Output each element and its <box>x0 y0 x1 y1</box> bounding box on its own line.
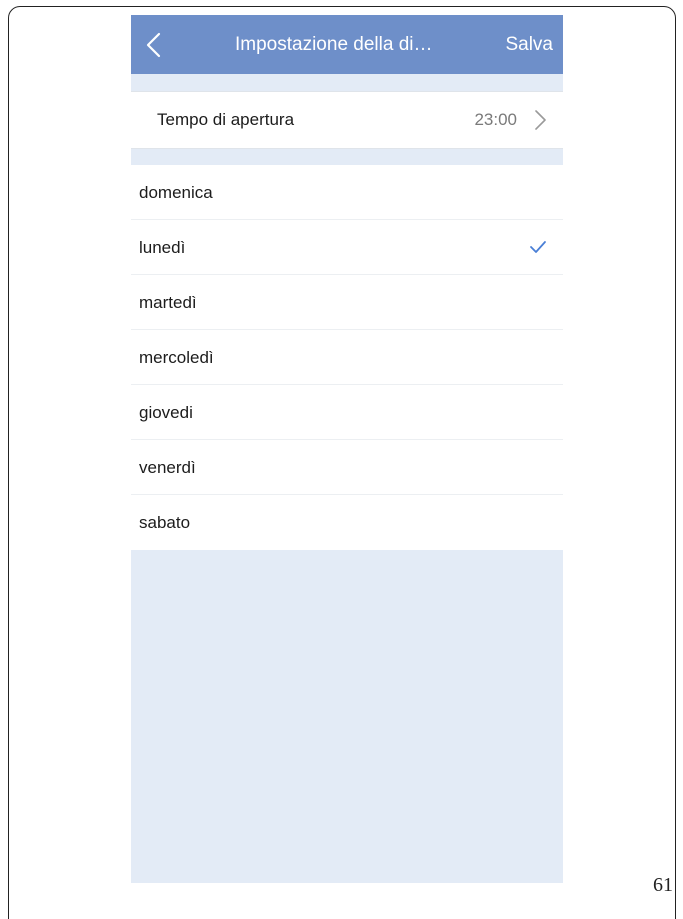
weekday-label: mercoledì <box>139 348 214 367</box>
save-button[interactable]: Salva <box>505 15 553 74</box>
checkmark-icon <box>530 241 546 253</box>
header-bar: Impostazione della di… Salva <box>131 15 563 74</box>
weekday-label: martedì <box>139 293 197 312</box>
weekday-row[interactable]: giovedi <box>131 385 563 440</box>
opening-time-row[interactable]: Tempo di apertura 23:00 <box>131 91 563 149</box>
chevron-left-icon[interactable] <box>143 31 167 59</box>
opening-time-label: Tempo di apertura <box>157 110 295 129</box>
opening-time-value: 23:00 <box>474 110 517 129</box>
weekday-label: giovedi <box>139 403 193 422</box>
weekday-label: lunedì <box>139 238 186 257</box>
chevron-right-icon <box>535 110 546 130</box>
weekday-row[interactable]: lunedì <box>131 220 563 275</box>
weekday-label: sabato <box>139 513 191 532</box>
weekday-row[interactable]: venerdì <box>131 440 563 495</box>
weekday-label: venerdì <box>139 458 196 477</box>
weekday-label: domenica <box>139 183 213 202</box>
weekday-row[interactable]: sabato <box>131 495 563 550</box>
weekday-row[interactable]: martedì <box>131 275 563 330</box>
weekday-row[interactable]: mercoledì <box>131 330 563 385</box>
manual-page: Impostazione della di… Salva Tempo di ap… <box>0 0 683 919</box>
weekday-row[interactable]: domenica <box>131 165 563 220</box>
phone-screen: Impostazione della di… Salva Tempo di ap… <box>131 15 563 883</box>
page-title: Impostazione della di… <box>235 34 433 55</box>
page-number: 61 <box>653 874 673 896</box>
weekday-list: domenica lunedì martedì mercoledì giovedi ven… <box>131 165 563 550</box>
